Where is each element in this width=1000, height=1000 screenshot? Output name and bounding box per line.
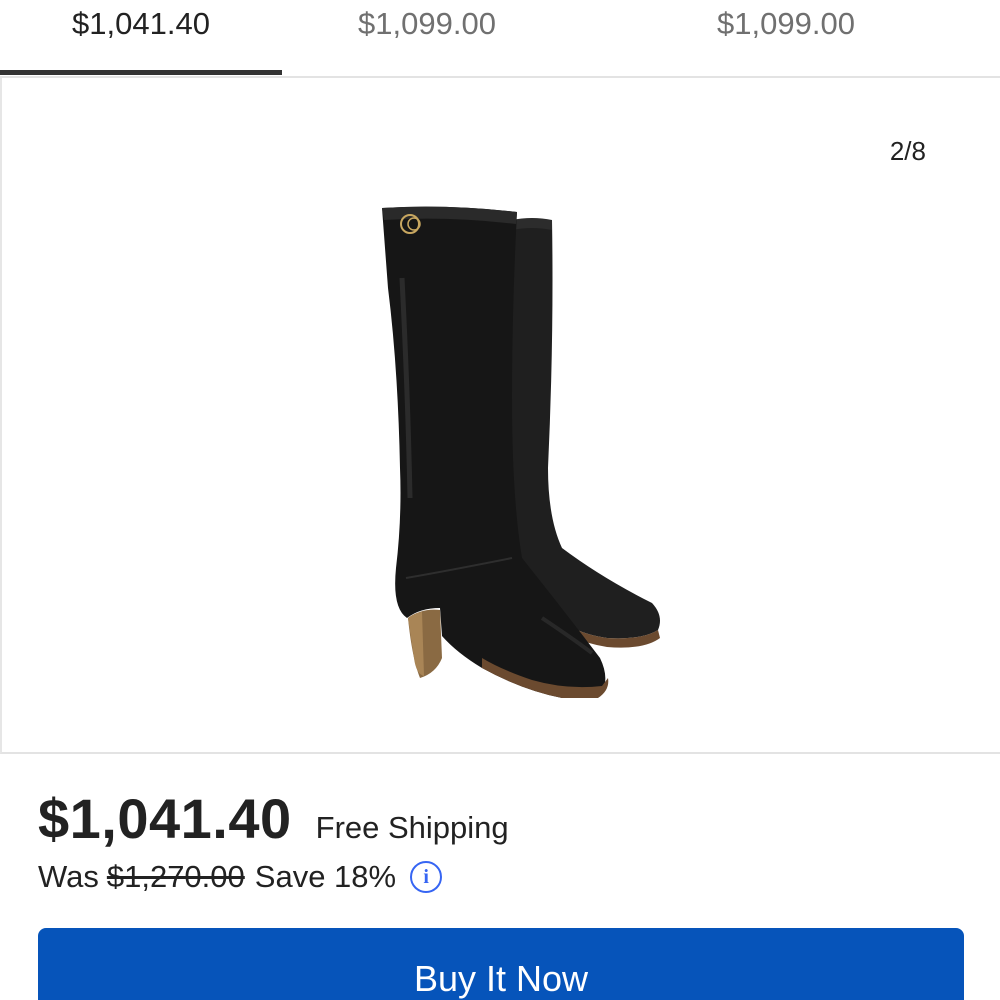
tab-price-2[interactable]: $1,099.00 [282,0,572,76]
buy-it-now-button[interactable]: Buy It Now [38,928,964,1000]
tab-label: $1,099.00 [358,6,496,41]
tab-label: $1,099.00 [717,6,855,41]
tab-price-1[interactable]: $1,041.40 [0,0,282,76]
product-image-gallery[interactable]: 2/8 [0,78,1000,754]
active-tab-indicator [0,70,282,75]
price-line: $1,041.40 Free Shipping [38,786,968,851]
buy-it-now-label: Buy It Now [413,958,589,999]
info-icon[interactable]: i [410,861,443,893]
savings-line: Was $1,270.00 Save 18% i [38,859,968,895]
savings-text: Save 18% [254,859,397,894]
price-block: $1,041.40 Free Shipping Was $1,270.00 Sa… [38,786,968,895]
price-tabs: $1,041.40 $1,099.00 $1,099.00 [0,0,1000,78]
was-label: Was [38,859,99,894]
tab-price-3[interactable]: $1,099.00 [572,0,1000,76]
current-price: $1,041.40 [38,787,292,850]
image-counter: 2/8 [889,136,926,166]
original-price: $1,270.00 [106,859,245,894]
shipping-info: Free Shipping [315,810,509,845]
tab-label: $1,041.40 [72,6,210,41]
knee-high-boots-image [382,206,660,698]
